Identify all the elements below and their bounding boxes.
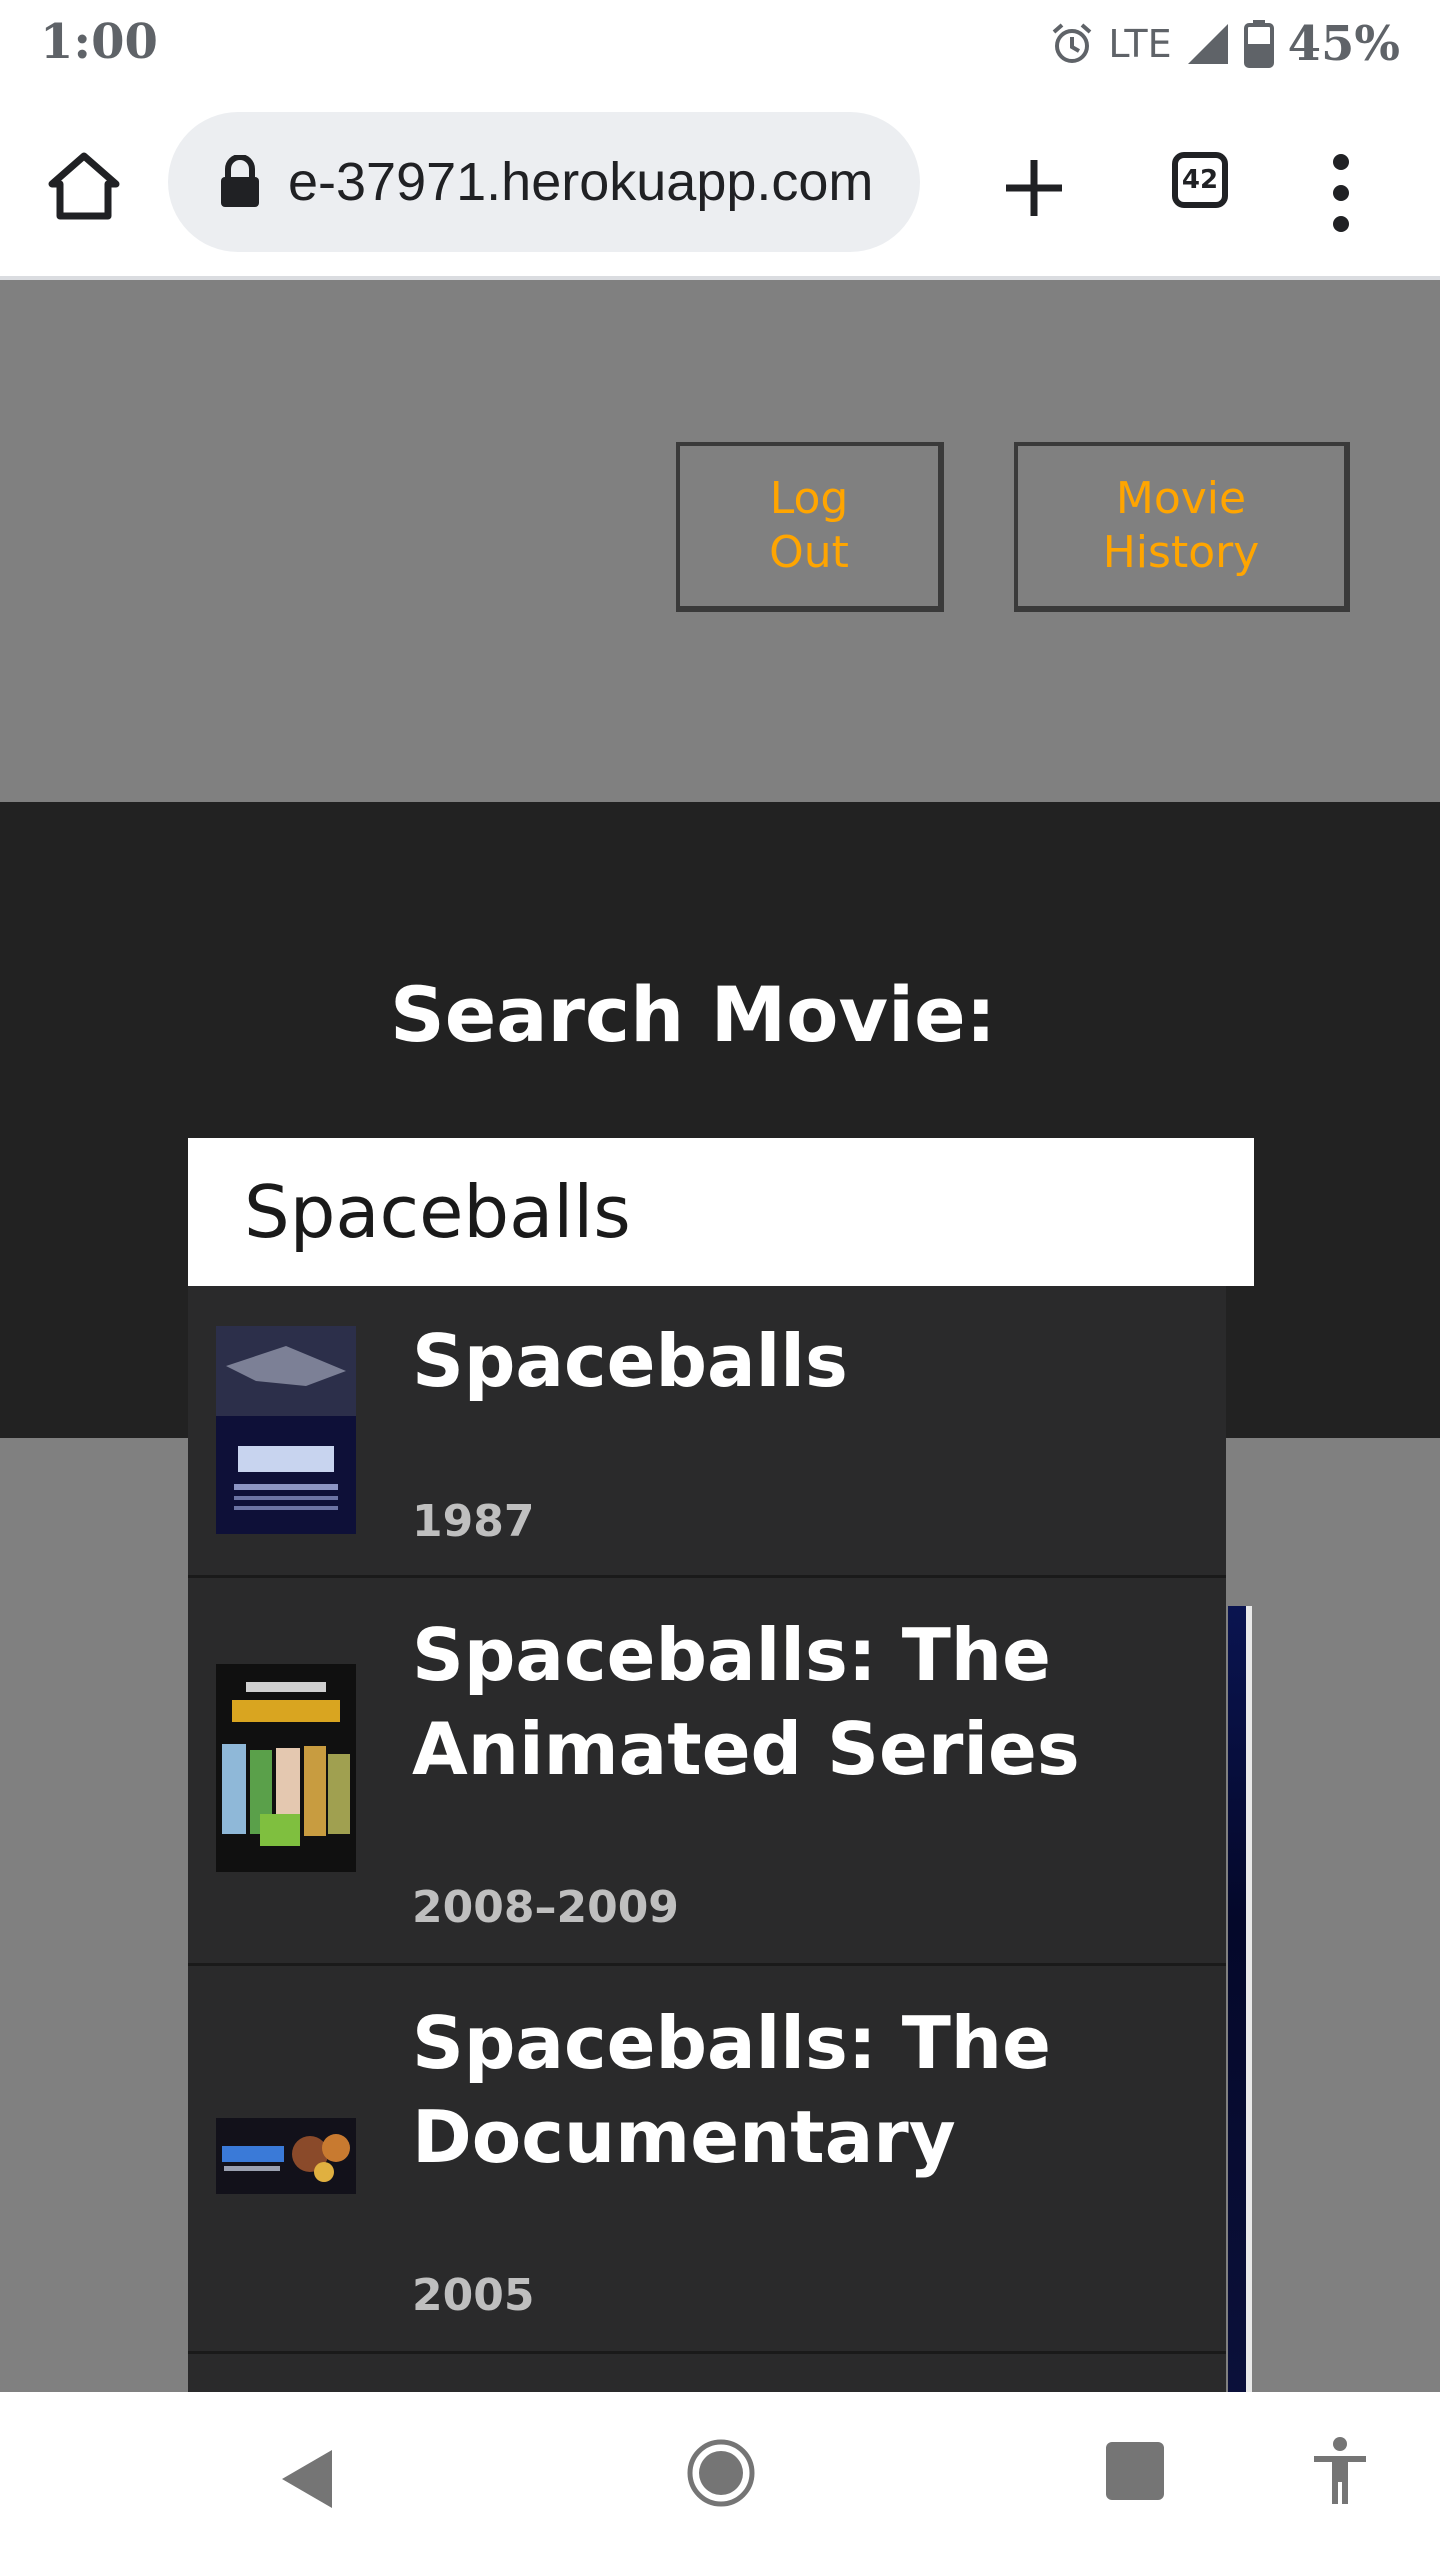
home-icon[interactable]: [44, 146, 124, 226]
signal-icon: [1187, 24, 1228, 64]
background-poster: [1228, 1606, 1252, 2392]
recents-icon[interactable]: [1106, 2442, 1164, 2500]
battery-icon: [1243, 20, 1274, 68]
movie-history-button[interactable]: Movie History: [1014, 442, 1350, 612]
tab-count: 42: [1181, 165, 1219, 195]
movie-history-label: Movie History: [1102, 473, 1260, 578]
tab-switcher-icon[interactable]: 42: [1172, 152, 1228, 208]
lock-icon: [221, 155, 259, 207]
search-suggestions: Spaceballs 1987 Spaceballs: The Animated…: [188, 1286, 1226, 2392]
suggestion-year: 2005: [412, 2270, 535, 2321]
overflow-menu-icon[interactable]: [1320, 148, 1362, 238]
poster-thumbnail: [216, 1664, 356, 1872]
browser-toolbar: e-37971.herokuapp.com 42: [0, 88, 1440, 280]
poster-thumbnail: [216, 2118, 356, 2194]
suggestion-item[interactable]: Spaceballs: The Animated Series 2008–200…: [188, 1578, 1226, 1966]
logout-label: Log Out: [769, 473, 849, 578]
suggestion-year: 2008–2009: [412, 1882, 679, 1933]
search-title: Search Movie:: [389, 970, 997, 1059]
back-icon[interactable]: [274, 2444, 344, 2514]
suggestion-item[interactable]: Spaceballs 1987: [188, 1286, 1226, 1578]
search-input[interactable]: [188, 1138, 1254, 1286]
accessibility-icon[interactable]: [1310, 2436, 1370, 2506]
suggestion-year: 1987: [412, 1496, 535, 1547]
suggestion-title: Spaceballs: [412, 1319, 848, 1403]
suggestion-item[interactable]: Spaceballs: The Documentary 2005: [188, 1966, 1226, 2354]
suggestion-title: Spaceballs: The Animated Series: [412, 1613, 1080, 1791]
home-circle-icon[interactable]: [686, 2438, 756, 2508]
status-bar: 1:00 LTE 45%: [0, 0, 1440, 88]
status-icons: LTE 45%: [1050, 14, 1400, 74]
network-type: LTE: [1108, 22, 1172, 66]
new-tab-icon[interactable]: [994, 148, 1074, 228]
logout-button[interactable]: Log Out: [676, 442, 944, 612]
suggestion-title: Spaceballs: The Documentary: [412, 2001, 1051, 2179]
suggestion-item-partial[interactable]: [188, 2354, 1226, 2392]
alarm-icon: [1053, 23, 1092, 63]
status-time: 1:00: [40, 14, 158, 70]
battery-percent: 45%: [1287, 16, 1400, 72]
url-text: e-37971.herokuapp.com: [288, 152, 874, 212]
poster-thumbnail: [216, 1326, 356, 1534]
page-header: Log Out Movie History: [0, 284, 1440, 802]
system-nav-bar: [0, 2392, 1440, 2560]
url-bar[interactable]: e-37971.herokuapp.com: [168, 112, 920, 252]
